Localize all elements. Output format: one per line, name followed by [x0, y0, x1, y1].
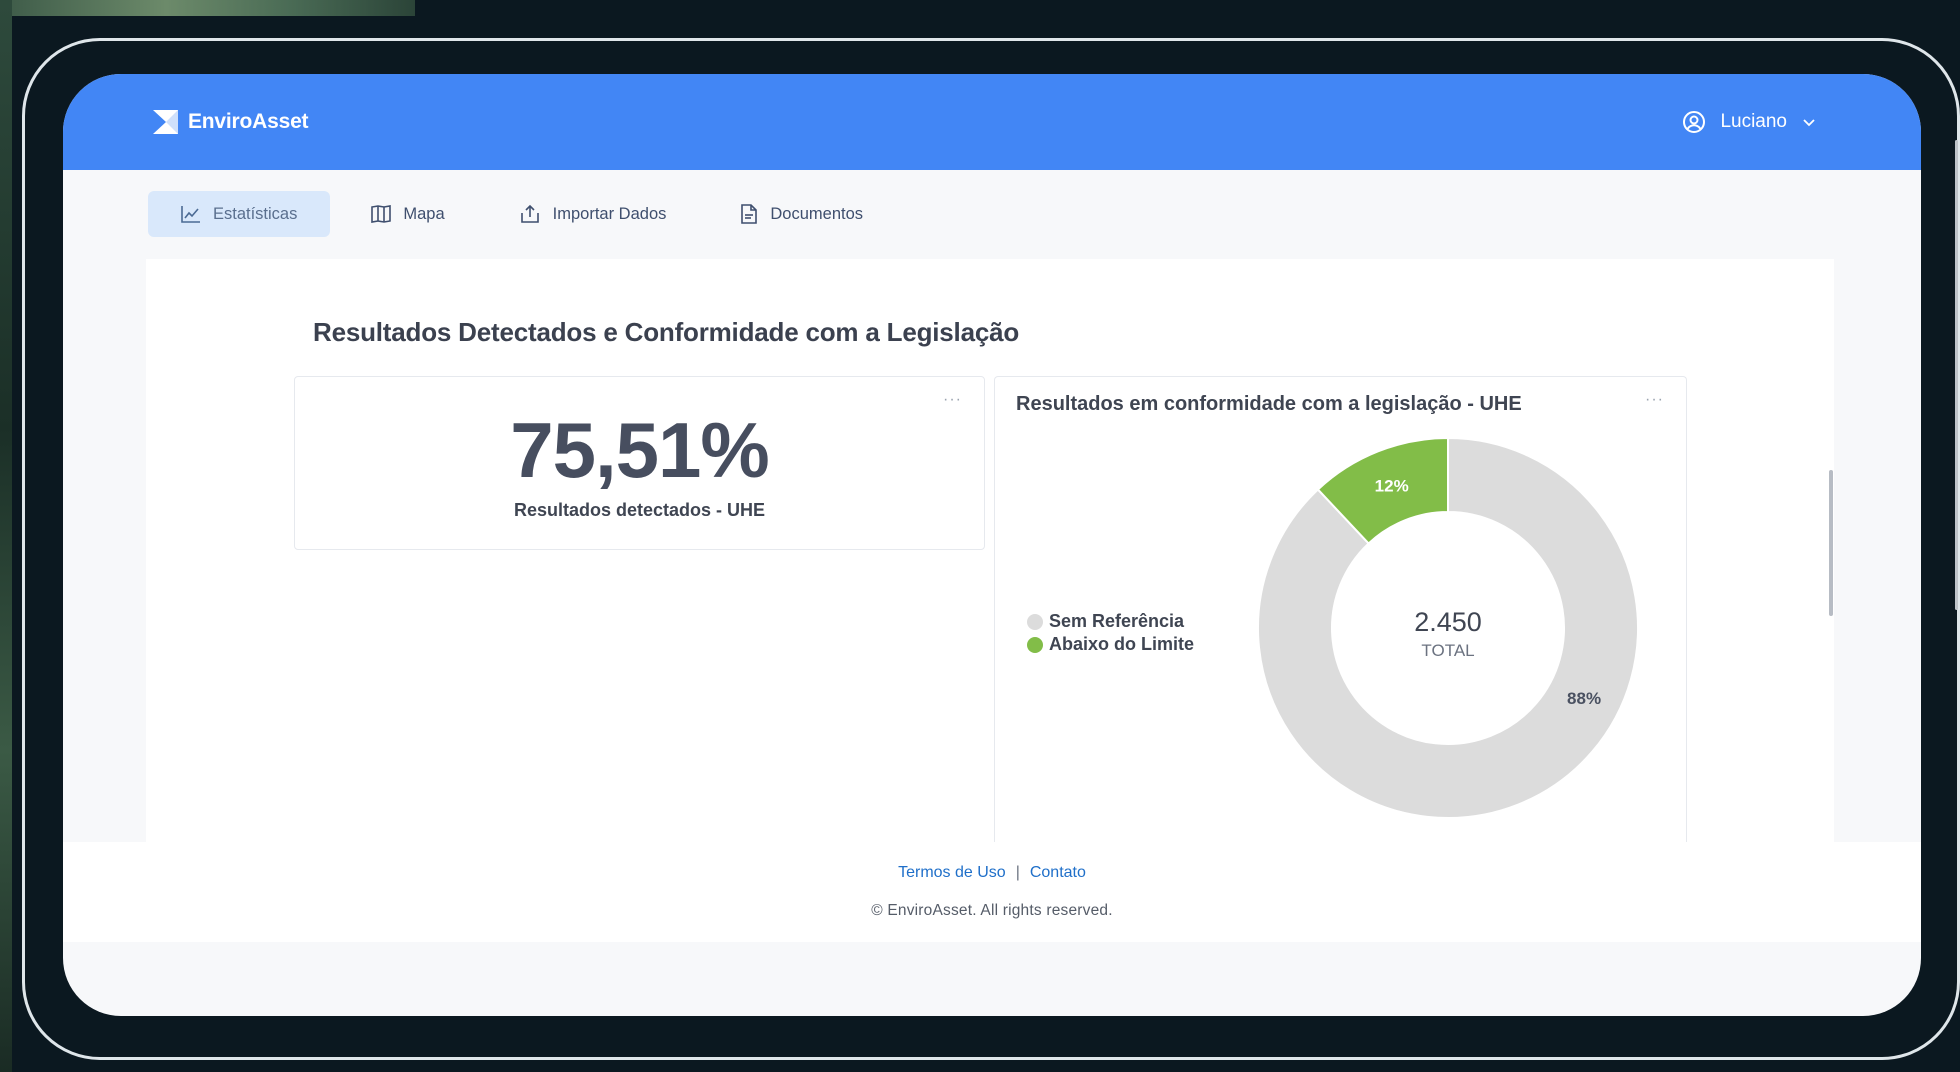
- legend-item-sem-referencia[interactable]: Sem Referência: [1027, 610, 1194, 633]
- chart-line-icon: [181, 206, 200, 223]
- nav-label: Estatísticas: [213, 204, 298, 223]
- center-total-value: 2.450: [1414, 607, 1482, 637]
- app-screen: EnviroAsset Luciano Estatísticas Mapa Im…: [63, 74, 1921, 1016]
- content-scrollbar[interactable]: [1829, 470, 1833, 616]
- kpi-label: Resultados detectados - UHE: [513, 500, 766, 520]
- legend-label: Sem Referência: [1049, 611, 1185, 631]
- nav-importar-dados[interactable]: Importar Dados: [486, 191, 700, 237]
- logo-icon: [153, 110, 178, 134]
- nav-estatisticas[interactable]: Estatísticas: [148, 191, 331, 237]
- legend-label: Abaixo do Limite: [1049, 634, 1195, 654]
- nav-documentos[interactable]: Documentos: [707, 191, 896, 237]
- kpi-card: ··· 75,51% Resultados detectados - UHE: [294, 376, 985, 550]
- legend-item-abaixo-do-limite[interactable]: Abaixo do Limite: [1027, 633, 1194, 656]
- background-left-strip: [0, 0, 12, 1072]
- nav-label: Importar Dados: [552, 204, 667, 223]
- legend-swatch: [1027, 613, 1043, 630]
- footer: Termos de Uso | Contato © EnviroAsset. A…: [63, 842, 1921, 942]
- donut-slice-label: 12%: [1375, 477, 1409, 496]
- footer-links: Termos de Uso | Contato: [63, 864, 1921, 882]
- brand-name: EnviroAsset: [188, 110, 309, 133]
- kpi-value: 75,51%: [510, 406, 770, 494]
- dashboard-content: Resultados Detectados e Conformidade com…: [146, 259, 1834, 856]
- document-icon: [741, 204, 758, 224]
- chart-title: Resultados em conformidade com a legisla…: [1016, 393, 1522, 415]
- donut-chart-card: Resultados em conformidade com a legisla…: [994, 376, 1687, 856]
- nav-mapa[interactable]: Mapa: [338, 191, 477, 237]
- donut-chart: 88% 12% 2.450 TOTAL: [1257, 436, 1639, 819]
- terms-link[interactable]: Termos de Uso: [898, 864, 1006, 882]
- user-icon: [1683, 111, 1706, 133]
- copyright: © EnviroAsset. All rights reserved.: [871, 902, 1113, 919]
- outer-scrollbar[interactable]: [1955, 140, 1958, 610]
- user-menu[interactable]: Luciano: [1682, 110, 1817, 134]
- background-foliage: [0, 0, 415, 16]
- brand[interactable]: EnviroAsset: [153, 110, 309, 134]
- top-bar: EnviroAsset Luciano: [63, 74, 1921, 170]
- more-options-icon[interactable]: ···: [1645, 391, 1664, 409]
- chevron-down-icon: [1803, 119, 1815, 127]
- legend-swatch: [1027, 636, 1043, 653]
- section-title: Resultados Detectados e Conformidade com…: [313, 317, 1020, 347]
- nav-label: Mapa: [403, 204, 445, 223]
- upload-icon: [520, 204, 539, 223]
- donut-slice-label: 88%: [1567, 689, 1601, 708]
- map-icon: [371, 205, 392, 223]
- user-name: Luciano: [1720, 111, 1787, 132]
- chart-legend: Sem Referência Abaixo do Limite: [1027, 610, 1194, 656]
- center-total-label: TOTAL: [1421, 641, 1474, 660]
- main-nav: Estatísticas Mapa Importar Dados Documen…: [148, 191, 896, 237]
- nav-label: Documentos: [770, 204, 864, 223]
- footer-separator: |: [1015, 864, 1020, 881]
- contact-link[interactable]: Contato: [1030, 864, 1086, 882]
